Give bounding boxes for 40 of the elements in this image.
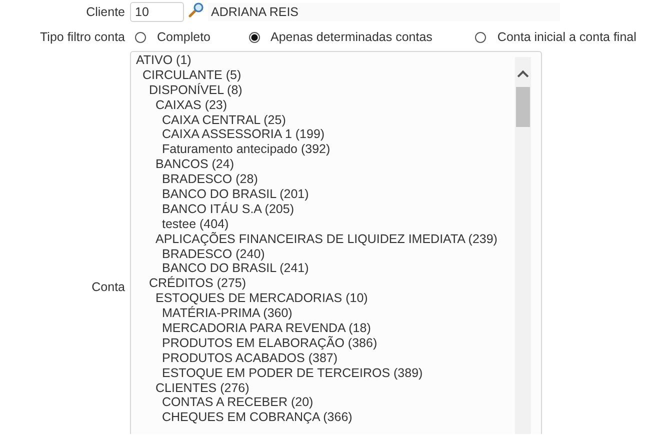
tree-item[interactable]: CHEQUES EM COBRANÇA (366)	[133, 410, 515, 426]
tree-item[interactable]: ATIVO (1)	[133, 53, 515, 68]
tree-item[interactable]: CAIXA CENTRAL (25)	[133, 112, 515, 128]
tree-item[interactable]: MATÉRIA-PRIMA (360)	[133, 306, 515, 322]
tree-item[interactable]: ESTOQUE EM PODER DE TERCEIROS (389)	[133, 366, 515, 381]
field-label: Conta	[90, 280, 125, 294]
tree-item[interactable]: BRADESCO (240)	[133, 246, 515, 262]
scrollbar-thumb[interactable]	[516, 87, 530, 127]
tree-item[interactable]: BANCO DO BRASIL (201)	[133, 187, 515, 202]
search-icon[interactable]	[188, 2, 204, 18]
tree-item[interactable]: DISPONÍVEL (8)	[133, 82, 515, 98]
tree-item[interactable]: CLIENTES (276)	[133, 380, 515, 396]
tree-item[interactable]: Faturamento antecipado (392)	[133, 142, 515, 158]
tree-item[interactable]: CIRCULANTE (5)	[133, 68, 515, 83]
client-code-field[interactable]: 10	[130, 2, 184, 22]
tree-item[interactable]: CRÉDITOS (275)	[133, 276, 515, 292]
radio-button[interactable]	[475, 32, 486, 42]
tree-item[interactable]: BANCOS (24)	[133, 157, 515, 172]
tree-item[interactable]: MERCADORIA PARA REVENDA (18)	[133, 321, 515, 336]
account-list[interactable]	[130, 51, 542, 434]
radio-button[interactable]	[135, 32, 146, 42]
tree-item[interactable]: CAIXAS (23)	[133, 98, 515, 113]
tree-item[interactable]: APLICAÇÕES FINANCEIRAS DE LIQUIDEZ IMEDIATA (239)	[133, 232, 515, 247]
radio-label[interactable]: Apenas determinadas contas	[270, 30, 432, 44]
tree-item[interactable]: BANCO ITÁU S.A (205)	[133, 202, 515, 217]
tree-item[interactable]: CONTAS A RECEBER (20)	[133, 395, 515, 410]
tree-item[interactable]: BRADESCO (28)	[133, 172, 515, 188]
tree-item[interactable]: ESTOQUES DE MERCADORIAS (10)	[133, 291, 515, 306]
field-label: Cliente	[85, 5, 125, 19]
tree-item[interactable]: testee (404)	[133, 216, 515, 232]
radio-button[interactable]	[248, 32, 260, 42]
scrollbar[interactable]	[515, 57, 531, 434]
field-label: Tipo filtro conta	[39, 30, 125, 44]
tree-item[interactable]: BANCO DO BRASIL (241)	[133, 261, 515, 276]
client-name-field[interactable]: ADRIANA REIS	[208, 3, 560, 21]
radio-label[interactable]: Conta inicial a conta final	[497, 30, 636, 44]
radio-label[interactable]: Completo	[157, 30, 210, 44]
tree-item[interactable]: PRODUTOS ACABADOS (387)	[133, 350, 515, 366]
tree-item[interactable]: PRODUTOS EM ELABORAÇÃO (386)	[133, 336, 515, 351]
tree-item[interactable]: CAIXA ASSESSORIA 1 (199)	[133, 127, 515, 142]
